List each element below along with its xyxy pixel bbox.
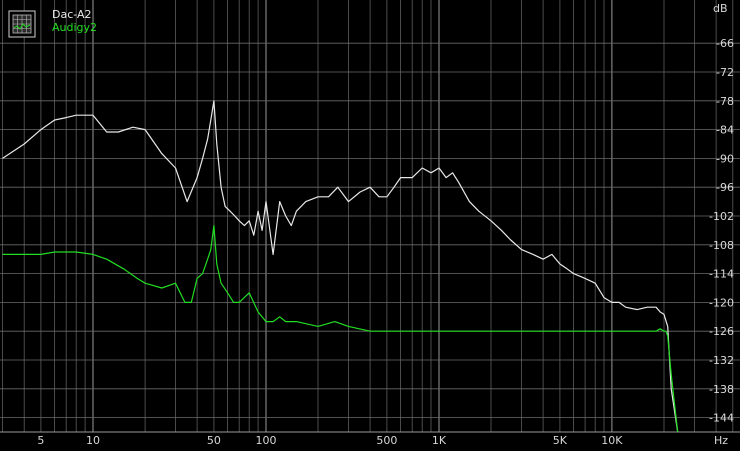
y-tick-label: -102 — [709, 210, 734, 223]
y-axis-unit: dB — [713, 2, 728, 15]
x-tick-label: 10 — [86, 434, 100, 447]
x-tick-label: 100 — [256, 434, 277, 447]
x-tick-label: 1K — [432, 434, 447, 447]
x-tick-label: 500 — [376, 434, 397, 447]
legend-entry-series-0: Dac-A2 — [52, 8, 92, 21]
y-tick-label: -126 — [709, 325, 734, 338]
y-tick-label: -66 — [716, 37, 734, 50]
y-tick-label: -90 — [716, 152, 734, 165]
y-tick-label: -132 — [709, 354, 734, 367]
x-tick-label: 10K — [601, 434, 623, 447]
y-tick-label: -96 — [716, 181, 734, 194]
x-tick-label: 50 — [207, 434, 221, 447]
spectrum-chart: -66 -72 -78 -84 -90 -96 -102 -108 -114 -120 -126 -1… — [0, 0, 740, 451]
y-tick-label: -144 — [709, 412, 734, 425]
y-tick-label: -114 — [709, 268, 734, 281]
y-tick-label: -120 — [709, 296, 734, 309]
y-tick-label: -72 — [716, 66, 734, 79]
y-tick-label: -138 — [709, 383, 734, 396]
legend-entry-series-1: Audigy2 — [52, 21, 97, 34]
y-tick-label: -108 — [709, 239, 734, 252]
x-tick-label: 5 — [37, 434, 44, 447]
x-tick-label: 5K — [553, 434, 568, 447]
y-tick-label: -78 — [716, 95, 734, 108]
legend[interactable]: Dac-A2 Audigy2 — [8, 8, 97, 38]
y-tick-label: -84 — [716, 124, 734, 137]
x-axis-unit: Hz — [714, 434, 728, 447]
